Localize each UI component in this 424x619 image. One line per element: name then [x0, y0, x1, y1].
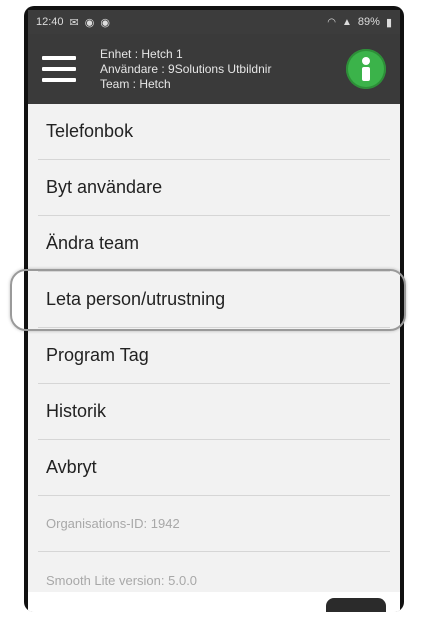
user-label: Användare : 9Solutions Utbildnir [100, 61, 272, 76]
notification-icon: ◉ [84, 16, 95, 29]
battery-icon: ▮ [385, 16, 392, 29]
menu-item-program-tag[interactable]: Program Tag [38, 328, 390, 384]
menu-item-avbryt[interactable]: Avbryt [38, 440, 390, 496]
menu-item-andra-team[interactable]: Ändra team [38, 216, 390, 272]
status-time: 12:40 [36, 16, 64, 28]
info-person-icon [362, 57, 370, 81]
status-bar: 12:40 ✉ ◉ ◉ ◠ ▲ 89% ▮ [28, 10, 400, 34]
notification-icon-2: ◉ [100, 16, 110, 29]
unit-label: Enhet : Hetch 1 [100, 46, 183, 61]
side-menu: Telefonbok Byt användare Ändra team Leta… [28, 104, 400, 612]
bottom-handle [326, 598, 386, 612]
app-header: Enhet : Hetch 1 Användare : 9Solutions U… [28, 34, 400, 104]
organisation-id: Organisations-ID: 1942 [38, 496, 390, 552]
menu-item-byt-anvandare[interactable]: Byt användare [38, 160, 390, 216]
hamburger-menu-icon[interactable] [42, 56, 76, 82]
message-icon: ✉ [69, 16, 79, 29]
bottom-strip [28, 592, 400, 612]
battery-level: 89% [357, 16, 380, 28]
app-logo-icon [346, 49, 386, 89]
device-info: Enhet : Hetch 1 Användare : 9Solutions U… [100, 47, 346, 92]
menu-item-leta-person[interactable]: Leta person/utrustning [38, 272, 390, 328]
signal-icon: ▲ [342, 16, 352, 28]
wifi-icon: ◠ [327, 16, 336, 28]
team-label: Team : Hetch [100, 76, 171, 91]
phone-frame: 12:40 ✉ ◉ ◉ ◠ ▲ 89% ▮ Enhet : Hetch 1 An… [24, 6, 404, 612]
menu-item-historik[interactable]: Historik [38, 384, 390, 440]
menu-item-telefonbok[interactable]: Telefonbok [38, 104, 390, 160]
